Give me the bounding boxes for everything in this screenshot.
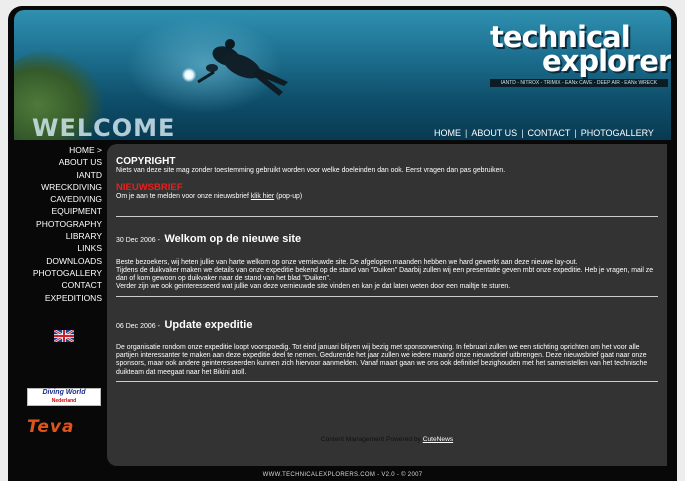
post-title[interactable]: Welkom op de nieuwe site — [164, 233, 301, 245]
dive-light — [182, 68, 196, 82]
post-paragraph: Tijdens de duikvaker maken we details va… — [116, 266, 654, 283]
sponsor-diving-world-sub: Nederland — [51, 398, 77, 404]
sponsor-teva[interactable]: Teva — [27, 418, 101, 436]
footer-copyright: WWW.TECHNICALEXPLORERS.COM - V2.0 - © 20… — [262, 472, 423, 478]
copyright-text: Niets van deze site mag zonder toestemmi… — [116, 167, 506, 174]
header-banner: technical explorers IANTD - NITROX - TRI… — [14, 10, 671, 140]
sidebar-item-photogallery[interactable]: PHOTOGALLERY — [14, 267, 102, 279]
nav-separator: | — [521, 128, 524, 138]
sidebar-item-links[interactable]: LINKS — [14, 242, 102, 254]
welcome-heading: WELCOME — [32, 114, 176, 140]
post-header: 30 Dec 2006 - Welkom op de nieuwe site — [116, 231, 658, 248]
newsletter-text-post: (pop-up) — [274, 193, 303, 201]
logo-tagline: IANTD - NITROX - TRIMIX - EANx CAVE - DE… — [490, 79, 668, 87]
post-paragraph: De organisatie rondom onze expeditie loo… — [116, 343, 648, 376]
sidebar-item-downloads[interactable]: DOWNLOADS — [14, 255, 102, 267]
copyright-title: COPYRIGHT — [116, 156, 176, 167]
post-header: 06 Dec 2006 - Update expeditie — [116, 317, 658, 334]
newsletter-signup-link[interactable]: klik hier — [251, 193, 274, 200]
topnav-home[interactable]: HOME — [434, 128, 461, 138]
sidebar-item-equipment[interactable]: EQUIPMENT — [14, 205, 102, 217]
powered-by: Content Management Powered by CuteNews — [107, 436, 667, 443]
powered-text: Content Management Powered by — [320, 436, 423, 443]
sidebar-item-library[interactable]: LIBRARY — [14, 230, 102, 242]
sponsor-diving-world[interactable]: Diving World Nederland — [27, 388, 101, 406]
topnav-photogallery[interactable]: PHOTOGALLERY — [581, 128, 654, 138]
nav-separator: | — [465, 128, 468, 138]
topnav-about-us[interactable]: ABOUT US — [471, 128, 517, 138]
nav-separator: | — [574, 128, 577, 138]
post-paragraph: Verder zijn we ook geinteresseerd wat ju… — [116, 283, 511, 291]
divider — [116, 380, 658, 382]
top-navigation: HOME | ABOUT US | CONTACT | PHOTOGALLERY — [434, 128, 654, 138]
post-body: Beste bezoekers, wij heten jullie van ha… — [116, 259, 658, 292]
post-title[interactable]: Update expeditie — [164, 319, 252, 331]
post-paragraph: Beste bezoekers, wij heten jullie van ha… — [116, 258, 578, 266]
logo-explorers: explorers — [542, 44, 671, 78]
sidebar-item-iantd[interactable]: IANTD — [14, 169, 103, 181]
site-logo[interactable]: technical explorers IANTD - NITROX - TRI… — [490, 22, 671, 87]
sidebar-item-home[interactable]: HOME > — [14, 144, 102, 156]
sidebar-nav: HOME > ABOUT US IANTD WRECKDIVING CAVEDI… — [14, 144, 102, 304]
sidebar-item-contact[interactable]: CONTACT — [14, 279, 102, 291]
main-content: COPYRIGHT Niets van deze site mag zonder… — [107, 144, 667, 466]
newsletter-text-pre: Om je aan te melden voor onze nieuwsbrie… — [116, 193, 251, 201]
newsletter-title: NIEUWSBRIEF — [116, 182, 183, 194]
sidebar-item-wreckdiving[interactable]: WRECKDIVING — [14, 181, 102, 193]
divider — [116, 215, 658, 217]
diver-image — [197, 39, 288, 96]
uk-flag-icon[interactable] — [54, 330, 74, 342]
newsletter-text: Om je aan te melden voor onze nieuwsbrie… — [116, 193, 658, 201]
sidebar-item-cavediving[interactable]: CAVEDIVING — [14, 193, 102, 205]
post-body: De organisatie rondom onze expeditie loo… — [116, 344, 658, 377]
post-date: 30 Dec 2006 - — [116, 236, 160, 244]
topnav-contact[interactable]: CONTACT — [528, 128, 571, 138]
sidebar-item-expeditions[interactable]: EXPEDITIONS — [14, 292, 102, 304]
cutenews-link[interactable]: CuteNews — [423, 436, 453, 443]
sponsor-diving-world-title: Diving World — [42, 389, 86, 396]
sidebar-item-about-us[interactable]: ABOUT US — [14, 156, 102, 168]
sidebar-item-photography[interactable]: PHOTOGRAPHY — [14, 218, 102, 230]
post-date: 06 Dec 2006 - — [116, 322, 160, 330]
divider — [116, 295, 658, 297]
